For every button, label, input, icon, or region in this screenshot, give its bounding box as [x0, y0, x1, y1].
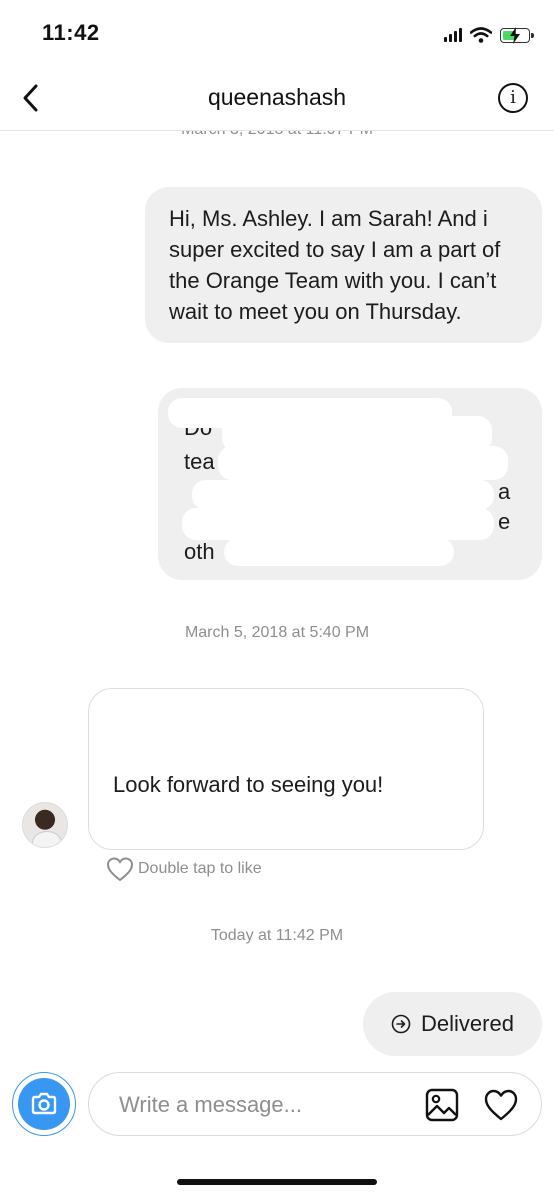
heart-outline-icon: [106, 857, 134, 882]
timestamp-today: Today at 11:42 PM: [210, 927, 344, 944]
outgoing-message[interactable]: Hi, Ms. Ashley. I am Sarah! And i super …: [145, 187, 542, 343]
redaction-scribble: [109, 703, 459, 733]
message-input-box: [88, 1072, 542, 1136]
delivered-status: Delivered: [363, 992, 542, 1056]
info-icon[interactable]: i: [498, 83, 528, 113]
status-time: 11:42: [42, 20, 100, 45]
like-hint[interactable]: Double tap to like: [106, 856, 262, 882]
battery-icon: [500, 26, 534, 44]
redaction-scribble: [182, 508, 494, 540]
redaction-scribble: [109, 731, 455, 763]
chat-header: queenashash i: [0, 66, 554, 131]
camera-icon: [31, 1092, 57, 1115]
message-fragment: oth: [184, 539, 215, 564]
message-composer: [0, 1068, 554, 1148]
redaction-scribble: [192, 480, 494, 510]
gallery-icon[interactable]: [425, 1088, 459, 1122]
outgoing-message-redacted[interactable]: Do tea a e oth: [158, 388, 542, 580]
message-fragment: tea: [184, 449, 215, 474]
avatar[interactable]: [22, 802, 68, 848]
timestamp-march-5: March 5, 2018 at 5:40 PM: [184, 624, 370, 641]
message-text: Look forward to seeing you!: [113, 772, 384, 797]
charging-bolt-icon: [510, 26, 520, 44]
wifi-icon: [470, 27, 492, 43]
delivered-label: Delivered: [421, 1011, 514, 1036]
like-hint-text: Double tap to like: [138, 860, 262, 877]
chat-title[interactable]: queenashash: [0, 84, 554, 111]
message-fragment: a: [498, 479, 511, 504]
incoming-message[interactable]: Look forward to seeing you!: [88, 688, 484, 850]
message-input[interactable]: [117, 1087, 411, 1123]
delivered-arrow-icon: [391, 1014, 411, 1034]
status-icons: [444, 24, 534, 46]
redaction-scribble: [218, 446, 508, 480]
signal-icon: [444, 28, 462, 42]
heart-icon[interactable]: [483, 1088, 519, 1122]
camera-button[interactable]: [12, 1072, 76, 1136]
home-indicator: [177, 1179, 377, 1185]
message-fragment: e: [498, 509, 511, 534]
message-text: Hi, Ms. Ashley. I am Sarah! And i super …: [169, 206, 501, 324]
status-bar: 11:42: [0, 0, 554, 66]
redaction-scribble: [224, 538, 454, 566]
